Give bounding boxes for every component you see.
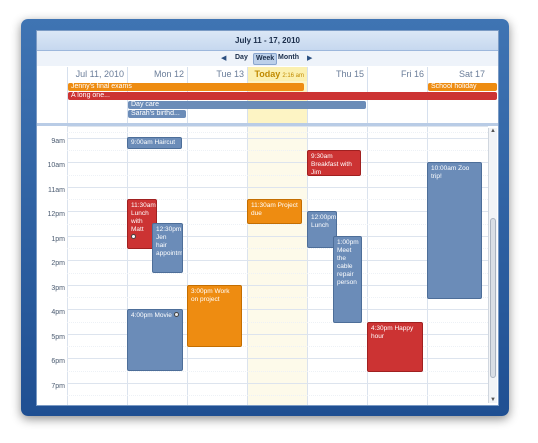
scroll-up-icon[interactable]: ▲ — [489, 128, 497, 134]
day-header-fri[interactable]: Fri 16 — [367, 67, 427, 81]
prev-arrow-icon[interactable]: ◀ — [221, 54, 226, 62]
scroll-down-icon[interactable]: ▼ — [489, 397, 497, 403]
allday-cell[interactable] — [367, 81, 427, 123]
hour-label: 2pm — [51, 260, 65, 267]
calendar-event[interactable]: 1:00pm Meet the cable repair person — [333, 236, 362, 323]
event-text: 4:00pm Movie — [131, 312, 172, 319]
calendar-panel: July 11 - 17, 2010 ◀ Day Week Month ▶ Ju… — [36, 30, 499, 406]
allday-event[interactable]: Sarah's birthd... — [128, 110, 186, 118]
day-header-sat[interactable]: Sat 17 — [427, 67, 488, 81]
day-column[interactable] — [187, 126, 247, 405]
time-grid: 9am 10am 11am 12pm 1pm 2pm 3pm 4pm 5pm 6… — [37, 126, 498, 405]
calendar-event[interactable]: 12:30pm Jen hair appointm... — [152, 223, 183, 273]
half-hour-line — [67, 395, 488, 396]
hour-label: 6pm — [51, 358, 65, 365]
calendar-event[interactable]: 4:30pm Happy hour — [367, 322, 423, 372]
allday-event[interactable]: Jenny's final exams — [68, 83, 304, 91]
today-label: Today — [254, 69, 281, 79]
next-arrow-icon[interactable]: ▶ — [307, 54, 312, 62]
hour-label: 5pm — [51, 334, 65, 341]
calendar-event[interactable]: 11:30am Project due — [247, 199, 302, 224]
day-header-tue[interactable]: Tue 13 — [187, 67, 247, 81]
current-time: 2:16 am — [282, 73, 304, 79]
half-hour-line — [67, 150, 488, 151]
alarm-icon — [173, 312, 179, 317]
calendar-event[interactable]: 9:30am Breakfast with Jim — [307, 150, 361, 176]
calendar-event[interactable]: 10:00am Zoo trip! — [427, 162, 482, 299]
half-hour-line — [67, 132, 488, 133]
calendar-event[interactable]: 9:00am Haircut — [127, 137, 182, 149]
day-view-button[interactable]: Day — [233, 53, 250, 63]
day-column[interactable] — [67, 126, 127, 405]
scroll-thumb[interactable] — [490, 218, 496, 378]
hour-label: 9am — [51, 138, 65, 145]
hour-label: 11am — [48, 187, 65, 194]
hour-label: 7pm — [51, 383, 65, 390]
calendar-event[interactable]: 3:00pm Work on project — [187, 285, 242, 347]
allday-event[interactable]: A long one... — [68, 92, 497, 100]
hour-line — [67, 383, 488, 384]
calendar-event[interactable]: 4:00pm Movie — [127, 309, 183, 371]
day-header-mon[interactable]: Mon 12 — [127, 67, 187, 81]
half-hour-line — [67, 297, 488, 298]
day-column-today[interactable] — [247, 126, 307, 405]
allday-event[interactable]: School holiday — [428, 83, 497, 91]
week-view-button[interactable]: Week — [253, 53, 278, 65]
hour-label: 12pm — [47, 211, 65, 218]
half-hour-line — [67, 175, 488, 176]
hour-label: 1pm — [51, 236, 65, 243]
hour-line — [67, 126, 488, 127]
calendar-title: July 11 - 17, 2010 — [37, 31, 498, 51]
hour-line — [67, 162, 488, 163]
allday-event[interactable]: Day care — [128, 101, 366, 109]
day-header-today[interactable]: Today 2:16 am — [247, 67, 307, 81]
hour-label: 3pm — [51, 285, 65, 292]
hour-line — [67, 187, 488, 188]
hour-label: 4pm — [51, 309, 65, 316]
hour-line — [67, 260, 488, 261]
day-header-sun[interactable]: Jul 11, 2010 — [67, 67, 127, 81]
view-navbar: ◀ Day Week Month ▶ — [37, 51, 498, 66]
month-view-button[interactable]: Month — [276, 53, 301, 63]
hour-line — [67, 285, 488, 286]
alarm-icon — [131, 234, 136, 239]
day-header-thu[interactable]: Thu 15 — [307, 67, 367, 81]
hour-label: 10am — [47, 162, 65, 169]
half-hour-line — [67, 273, 488, 274]
vertical-scrollbar[interactable]: ▲ ▼ — [488, 128, 497, 403]
half-hour-line — [67, 371, 488, 372]
